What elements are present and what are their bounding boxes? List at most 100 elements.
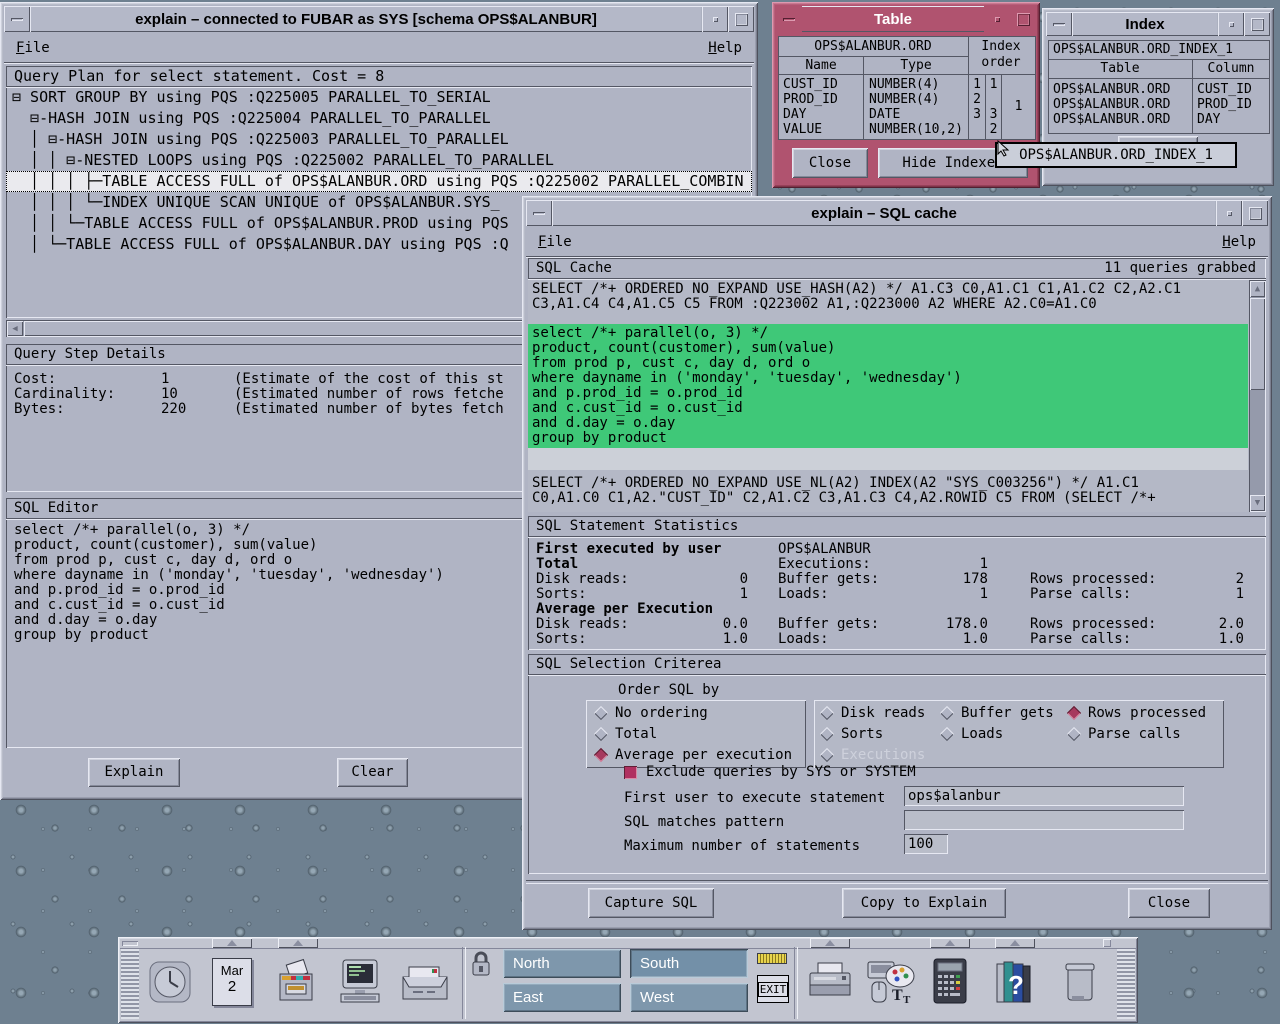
subpanel-tab-printer[interactable] [810, 938, 850, 948]
terminal-icon[interactable] [334, 952, 386, 1012]
plan-row[interactable]: ⊟ SORT GROUP BY using PQS :Q225005 PARAL… [6, 87, 752, 108]
max-statements-input[interactable] [904, 834, 948, 854]
window-menu-button[interactable] [1046, 12, 1072, 36]
stats-row: Total Executions: 1 [528, 556, 1266, 571]
main-titlebar[interactable]: explain – connected to FUBAR as SYS [sch… [4, 6, 754, 32]
window-menu-button[interactable] [4, 6, 30, 32]
copy-to-explain-button[interactable]: Copy to Explain [842, 888, 1006, 918]
table-row-name[interactable]: CUST_ID [783, 77, 838, 92]
subpanel-tab-calendar[interactable] [212, 938, 252, 948]
trash-icon[interactable] [1054, 952, 1106, 1012]
table-row-name[interactable]: PROD_ID [783, 92, 838, 107]
table-name-header: OPS$ALANBUR.ORD [779, 37, 967, 56]
sql-pattern-input[interactable] [904, 810, 1184, 830]
minimize-button[interactable] [1218, 12, 1244, 36]
scroll-up-arrow-icon[interactable]: ▲ [1250, 281, 1265, 297]
cache-item[interactable]: SELECT /*+ ORDERED NO_EXPAND USE_NL(A2) … [528, 476, 1248, 506]
calculator-icon[interactable] [924, 952, 976, 1012]
radio-average-per-execution[interactable]: Average per execution [596, 747, 792, 763]
detail-desc: (Estimated number of bytes fetch [234, 401, 504, 417]
radio-parse-calls[interactable]: Parse calls [1069, 726, 1181, 742]
panel-right-grip[interactable] [1117, 949, 1135, 1019]
vscroll-thumb[interactable] [1250, 298, 1265, 390]
index-order-cell: 2 [969, 92, 985, 107]
menu-help[interactable]: Help [1210, 234, 1268, 250]
cache-item[interactable]: SELECT /*+ ORDERED NO_EXPAND USE_HASH(A2… [528, 282, 1248, 312]
table-columns-grid: OPS$ALANBUR.ORD Indexorder Name Type CUS… [778, 36, 1036, 140]
table-row-type: NUMBER(4) [869, 92, 939, 107]
detail-desc: (Estimate of the cost of this st [234, 371, 504, 387]
index-titlebar[interactable]: Index [1046, 12, 1270, 36]
table-row-name[interactable]: DAY [783, 107, 806, 122]
plan-row[interactable]: │ │ ⊟-NESTED LOOPS using PQS :Q225002 PA… [6, 150, 752, 171]
exit-button[interactable]: EXIT [757, 975, 789, 1003]
radio-total[interactable]: Total [596, 726, 657, 742]
first-user-input[interactable] [904, 786, 1184, 806]
minimize-button[interactable] [1216, 200, 1242, 226]
first-user-label: First user to execute statement [624, 790, 885, 806]
index-order-cell: 1 [1002, 99, 1035, 114]
clear-button[interactable]: Clear [337, 758, 408, 787]
workspace-button-west[interactable]: West [630, 983, 748, 1012]
radio-no-ordering[interactable]: No ordering [596, 705, 708, 721]
workspace-button-north[interactable]: North [503, 949, 621, 978]
subpanel-tab-files[interactable] [278, 938, 318, 948]
window-menu-button[interactable] [776, 6, 802, 32]
radio-buffer-gets[interactable]: Buffer gets [942, 705, 1054, 721]
lock-icon[interactable] [470, 950, 492, 982]
workspace-button-south[interactable]: South [630, 949, 748, 978]
scroll-down-arrow-icon[interactable]: ▼ [1250, 495, 1265, 511]
radio-sorts[interactable]: Sorts [822, 726, 883, 742]
table-row-name[interactable]: VALUE [783, 122, 822, 137]
cache-item-separator[interactable] [528, 448, 1248, 470]
table-close-button[interactable]: Close [792, 148, 868, 178]
cache-item-selected[interactable]: select /*+ parallel(o, 3) */ product, co… [528, 324, 1248, 448]
maximize-icon [1249, 207, 1262, 220]
index-row-table[interactable]: OPS$ALANBUR.ORD [1053, 82, 1170, 97]
calendar-icon[interactable]: Mar 2 [206, 952, 258, 1012]
window-menu-button[interactable] [526, 200, 552, 226]
index-row-table[interactable]: OPS$ALANBUR.ORD [1053, 112, 1170, 127]
explain-button[interactable]: Explain [88, 758, 180, 787]
style-manager-icon[interactable]: TT [864, 952, 916, 1012]
exclude-sys-checkbox[interactable]: Exclude queries by SYS or SYSTEM [624, 764, 916, 780]
clock-icon[interactable] [144, 952, 196, 1012]
capture-sql-button[interactable]: Capture SQL [588, 888, 714, 918]
maximize-button[interactable] [1244, 12, 1270, 36]
workspace-button-east[interactable]: East [503, 983, 621, 1012]
panel-minimize-handle[interactable] [122, 941, 138, 946]
cache-vscrollbar[interactable]: ▲ ▼ [1249, 280, 1266, 512]
scroll-left-arrow-icon[interactable]: ◀ [7, 321, 23, 336]
subpanel-tab-help[interactable] [995, 938, 1035, 948]
menu-file[interactable]: File [4, 40, 62, 56]
stats-row: Disk reads:0 Buffer gets:178 Rows proces… [528, 571, 1266, 586]
panel-corner-button[interactable] [1103, 939, 1111, 947]
plan-row-selected[interactable]: │ │ │ ├─TABLE ACCESS FULL of OPS$ALANBUR… [6, 171, 752, 192]
table-titlebar[interactable]: Table [776, 6, 1036, 32]
panel-left-grip[interactable] [121, 949, 139, 1019]
maximize-button[interactable] [728, 6, 754, 32]
help-icon[interactable]: ? [989, 952, 1041, 1012]
menu-help[interactable]: Help [696, 40, 754, 56]
maximize-button[interactable] [1010, 6, 1036, 32]
svg-text:T: T [903, 994, 911, 1006]
radio-disk-reads[interactable]: Disk reads [822, 705, 925, 721]
minimize-button[interactable] [702, 6, 728, 32]
file-manager-icon[interactable] [270, 952, 322, 1012]
plan-row[interactable]: ⊟-HASH JOIN using PQS :Q225004 PARALLEL_… [6, 108, 752, 129]
plan-row[interactable]: │ ⊟-HASH JOIN using PQS :Q225003 PARALLE… [6, 129, 752, 150]
radio-rows-processed[interactable]: Rows processed [1069, 705, 1206, 721]
maximize-button[interactable] [1242, 200, 1268, 226]
index-row-table[interactable]: OPS$ALANBUR.ORD [1053, 97, 1170, 112]
index-row-column: CUST_ID [1197, 82, 1252, 97]
index-row-column: DAY [1197, 112, 1220, 127]
radio-loads[interactable]: Loads [942, 726, 1003, 742]
subpanel-tab-apps[interactable] [930, 938, 970, 948]
printer-icon[interactable] [804, 952, 856, 1012]
sql-cache-titlebar[interactable]: explain – SQL cache [526, 200, 1268, 226]
cache-close-button[interactable]: Close [1128, 888, 1210, 918]
minimize-button[interactable] [984, 6, 1010, 32]
table-row-type: NUMBER(4) [869, 77, 939, 92]
menu-file[interactable]: File [526, 234, 584, 250]
mail-icon[interactable] [399, 952, 451, 1012]
